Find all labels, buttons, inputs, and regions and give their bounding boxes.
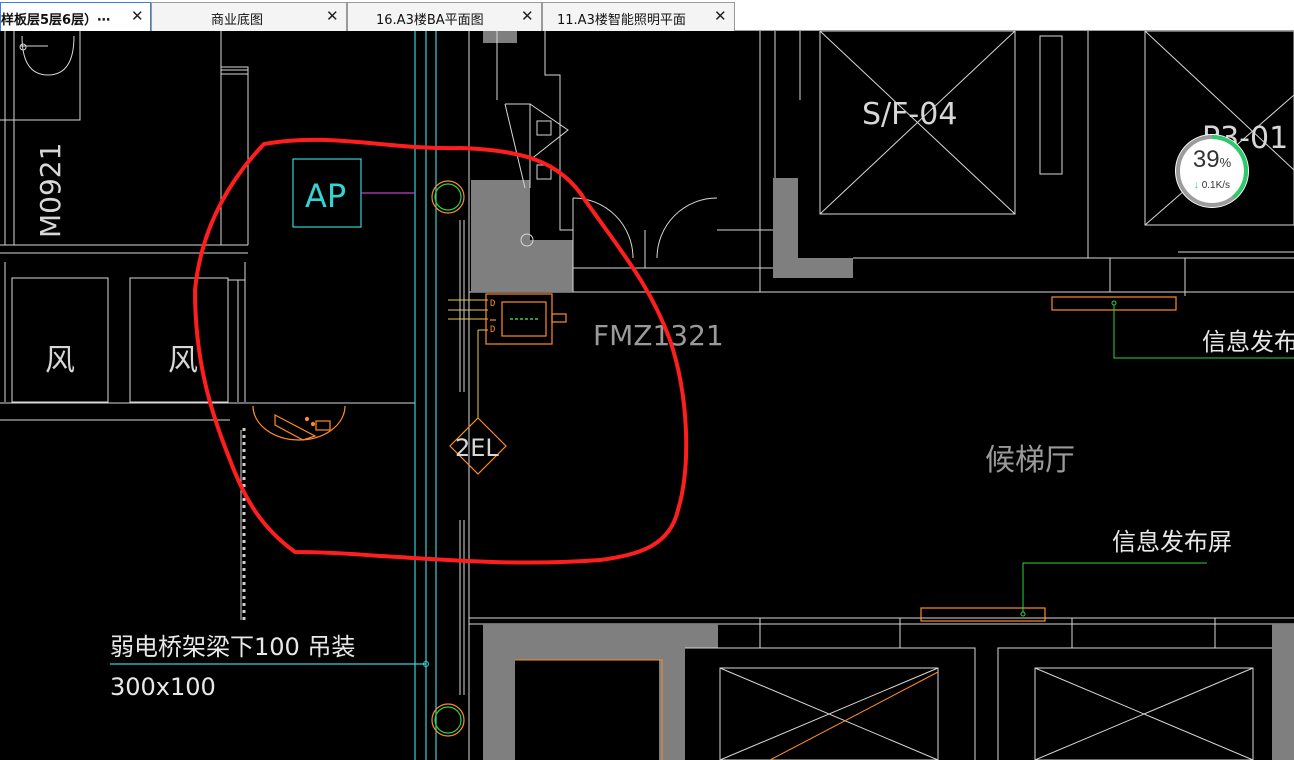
close-icon[interactable]: ✕ [131,7,144,25]
shaft-label-left: 风 [45,343,75,378]
device-2el-label: 2EL [455,434,499,462]
document-tab-bar: 样板层5层6层）⋯ ✕ 商业底图 ✕ 16.A3楼BA平面图 ✕ 11.A3楼智… [0,0,1294,31]
tab-a3-ba-plan[interactable]: 16.A3楼BA平面图 ✕ [347,2,542,31]
tab-floor-plan-layers[interactable]: 样板层5层6层）⋯ ✕ [0,2,151,31]
info-screen-label-bottom: 信息发布屏 [1112,528,1232,556]
ap-label: AP [305,177,346,215]
close-icon[interactable]: ✕ [326,7,339,25]
tab-a3-smart-lighting-plan[interactable]: 11.A3楼智能照明平面 ✕ [542,2,735,31]
cable-tray-size: 300x100 [110,673,216,701]
network-speed-widget[interactable]: 39% ↓ 0.1K/s [1173,132,1251,210]
close-icon[interactable]: ✕ [714,7,727,25]
svg-text:D: D [490,299,495,309]
usage-percent: 39% [1192,146,1232,173]
tab-label: 11.A3楼智能照明平面 [557,13,686,28]
door-tag-m0921: M0921 [34,143,67,238]
tab-label: 16.A3楼BA平面图 [376,13,484,28]
download-speed: ↓ 0.1K/s [1193,180,1231,191]
cad-drawing-canvas[interactable]: M0921 风 风 S/F-04 P3-01 AP D D 2EL FMZ132… [0,31,1294,760]
info-screen-label-top: 信息发布屏 [1202,328,1294,356]
fire-door-label: FMZ1321 [593,319,724,352]
lobby-label: 候梯厅 [985,443,1075,478]
room-code-sf04: S/F-04 [862,97,957,132]
shaft-label-right: 风 [168,343,198,378]
tab-label: 商业底图 [211,13,264,28]
close-icon[interactable]: ✕ [521,7,534,25]
download-arrow-icon: ↓ [1193,180,1199,191]
tab-commercial-base-map[interactable]: 商业底图 ✕ [151,2,347,31]
svg-text:D: D [490,325,495,335]
tab-label: 样板层5层6层）⋯ [1,13,111,28]
cable-tray-note: 弱电桥架梁下100 吊装 [110,633,355,661]
